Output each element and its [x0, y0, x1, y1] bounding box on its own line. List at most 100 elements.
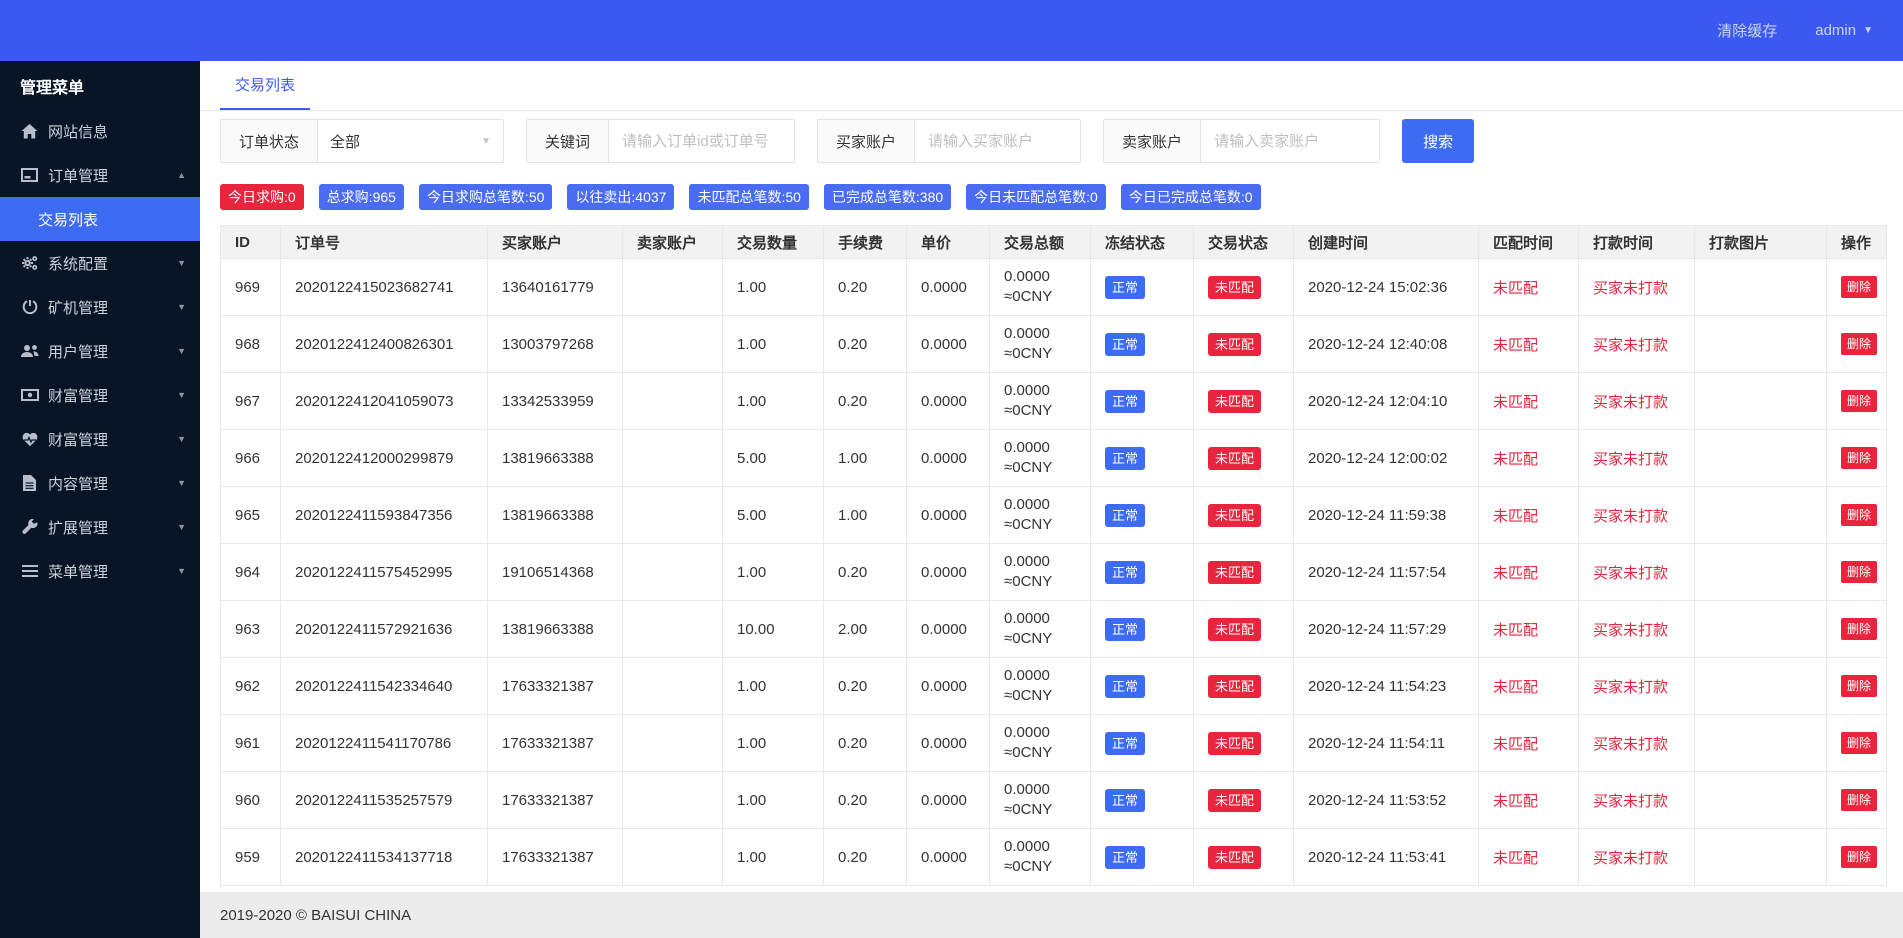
seller-label: 卖家账户: [1104, 120, 1201, 162]
sidebar-item-miner-management[interactable]: 矿机管理 ▼: [0, 285, 200, 329]
total-amount: 0.0000: [1004, 609, 1090, 629]
sidebar: 管理菜单 网站信息 订单管理 ▲ 交易列表: [0, 61, 200, 938]
sidebar-item-website-info[interactable]: 网站信息: [0, 109, 200, 153]
total-amount: 0.0000: [1004, 780, 1090, 800]
cell-match-time: 未匹配: [1479, 430, 1579, 487]
cell-trade-status: 未匹配: [1194, 772, 1294, 829]
freeze-status-badge: 正常: [1105, 333, 1145, 356]
search-button[interactable]: 搜索: [1402, 119, 1474, 163]
home-icon: [20, 123, 39, 139]
sidebar-item-order-management[interactable]: 订单管理 ▲: [0, 153, 200, 197]
order-icon: [20, 167, 39, 183]
caret-down-icon: ▼: [1863, 25, 1873, 36]
cell-unit-price: 0.0000: [907, 658, 990, 715]
buyer-filter: 买家账户: [817, 119, 1081, 163]
cell-fee: 0.20: [824, 544, 907, 601]
cell-id: 966: [221, 430, 281, 487]
freeze-status-badge: 正常: [1105, 846, 1145, 869]
table-header-row: ID订单号买家账户卖家账户交易数量手续费单价交易总额冻结状态交易状态创建时间匹配…: [221, 226, 1887, 259]
cell-freeze-status: 正常: [1091, 259, 1194, 316]
column-header: 买家账户: [488, 226, 623, 259]
total-approx: ≈0CNY: [1004, 458, 1090, 478]
trade-status-badge: 未匹配: [1208, 732, 1261, 755]
cell-trade-status: 未匹配: [1194, 430, 1294, 487]
stat-badge: 今日已完成总笔数:0: [1121, 184, 1261, 210]
sidebar-item-system-config[interactable]: 系统配置 ▼: [0, 241, 200, 285]
sidebar-item-extension-management[interactable]: 扩展管理 ▼: [0, 505, 200, 549]
cell-pay-time: 买家未打款: [1579, 487, 1695, 544]
cell-match-time: 未匹配: [1479, 259, 1579, 316]
cell-action: 删除: [1827, 259, 1887, 316]
cell-fee: 0.20: [824, 715, 907, 772]
sidebar-item-content-management[interactable]: 内容管理 ▼: [0, 461, 200, 505]
order-status-filter: 订单状态 全部 ▼: [220, 119, 504, 163]
cell-created-at: 2020-12-24 15:02:36: [1294, 259, 1479, 316]
total-approx: ≈0CNY: [1004, 344, 1090, 364]
keyword-input[interactable]: [609, 120, 794, 162]
cell-unit-price: 0.0000: [907, 316, 990, 373]
order-status-select[interactable]: 全部 ▼: [318, 120, 503, 162]
cell-fee: 2.00: [824, 601, 907, 658]
table-row: 9662020122412000299879138196633885.001.0…: [221, 430, 1887, 487]
cell-fee: 1.00: [824, 487, 907, 544]
stat-badge: 今日未匹配总笔数:0: [966, 184, 1106, 210]
delete-button[interactable]: 删除: [1841, 675, 1877, 697]
cell-match-time: 未匹配: [1479, 829, 1579, 886]
column-header: 冻结状态: [1091, 226, 1194, 259]
total-approx: ≈0CNY: [1004, 686, 1090, 706]
cell-trade-status: 未匹配: [1194, 658, 1294, 715]
cell-id: 959: [221, 829, 281, 886]
delete-button[interactable]: 删除: [1841, 333, 1877, 355]
delete-button[interactable]: 删除: [1841, 447, 1877, 469]
tab-trade-list[interactable]: 交易列表: [220, 61, 310, 110]
buyer-input[interactable]: [915, 120, 1080, 162]
delete-button[interactable]: 删除: [1841, 732, 1877, 754]
stat-badge: 总求购:965: [319, 184, 404, 210]
total-approx: ≈0CNY: [1004, 515, 1090, 535]
cell-id: 968: [221, 316, 281, 373]
cell-seller: [623, 772, 723, 829]
cell-total: 0.0000≈0CNY: [990, 658, 1091, 715]
cell-freeze-status: 正常: [1091, 430, 1194, 487]
delete-button[interactable]: 删除: [1841, 789, 1877, 811]
sidebar-item-wealth-management-2[interactable]: 财富管理 ▼: [0, 417, 200, 461]
orders-table-wrap: ID订单号买家账户卖家账户交易数量手续费单价交易总额冻结状态交易状态创建时间匹配…: [200, 210, 1903, 886]
sidebar-item-trade-list[interactable]: 交易列表: [0, 197, 200, 241]
delete-button[interactable]: 删除: [1841, 390, 1877, 412]
cell-total: 0.0000≈0CNY: [990, 829, 1091, 886]
sidebar-item-wealth-management[interactable]: 财富管理 ▼: [0, 373, 200, 417]
cell-fee: 0.20: [824, 829, 907, 886]
delete-button[interactable]: 删除: [1841, 618, 1877, 640]
cell-id: 963: [221, 601, 281, 658]
column-header: 打款时间: [1579, 226, 1695, 259]
cell-order-no: 2020122411572921636: [281, 601, 488, 658]
delete-button[interactable]: 删除: [1841, 561, 1877, 583]
clear-cache-link[interactable]: 清除缓存: [1717, 20, 1777, 41]
seller-input[interactable]: [1201, 120, 1379, 162]
cell-total: 0.0000≈0CNY: [990, 772, 1091, 829]
caret-down-icon: ▼: [177, 302, 186, 312]
sidebar-item-menu-management[interactable]: 菜单管理 ▼: [0, 549, 200, 593]
cell-freeze-status: 正常: [1091, 772, 1194, 829]
delete-button[interactable]: 删除: [1841, 504, 1877, 526]
cell-action: 删除: [1827, 430, 1887, 487]
delete-button[interactable]: 删除: [1841, 846, 1877, 868]
cell-unit-price: 0.0000: [907, 373, 990, 430]
cell-pay-time: 买家未打款: [1579, 259, 1695, 316]
sidebar-item-user-management[interactable]: 用户管理 ▼: [0, 329, 200, 373]
caret-down-icon: ▼: [177, 566, 186, 576]
table-row: 9672020122412041059073133425339591.000.2…: [221, 373, 1887, 430]
delete-button[interactable]: 删除: [1841, 276, 1877, 298]
total-amount: 0.0000: [1004, 552, 1090, 572]
sidebar-item-label: 网站信息: [48, 121, 186, 142]
cell-fee: 0.20: [824, 658, 907, 715]
cell-total: 0.0000≈0CNY: [990, 487, 1091, 544]
cell-created-at: 2020-12-24 12:04:10: [1294, 373, 1479, 430]
user-menu[interactable]: admin ▼: [1815, 22, 1873, 39]
freeze-status-badge: 正常: [1105, 561, 1145, 584]
cell-buyer: 13819663388: [488, 430, 623, 487]
total-amount: 0.0000: [1004, 267, 1090, 287]
cell-id: 962: [221, 658, 281, 715]
cell-created-at: 2020-12-24 11:57:29: [1294, 601, 1479, 658]
cell-pay-image: [1695, 430, 1827, 487]
